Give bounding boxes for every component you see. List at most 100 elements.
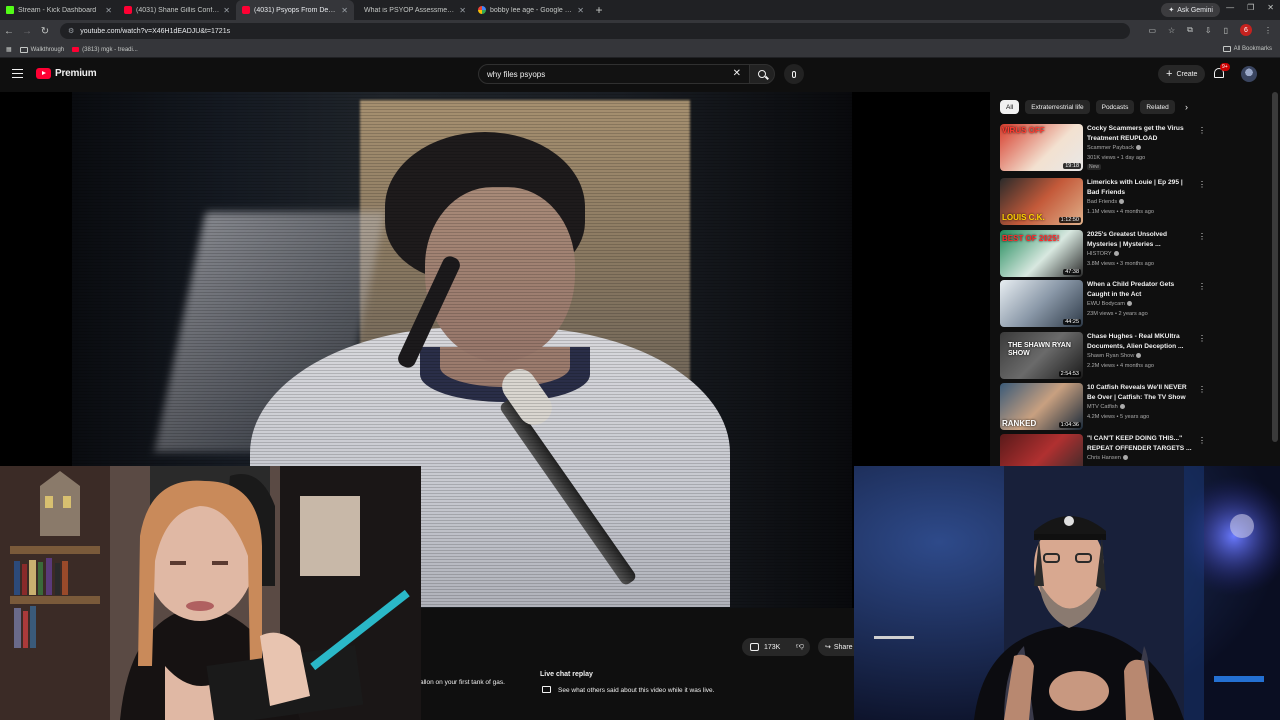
bookmark-walkthrough[interactable]: Walkthrough [19, 46, 64, 53]
browser-tab[interactable]: (4031) Shane Gillis Confronts B ✕ [118, 0, 236, 20]
more-actions-icon[interactable]: ⋮ [1198, 180, 1206, 189]
apps-grid-icon[interactable]: ▦ [6, 46, 12, 53]
more-actions-icon[interactable]: ⋮ [1198, 436, 1206, 445]
video-title[interactable]: "I CAN'T KEEP DOING THIS..." REPEAT OFFE… [1087, 434, 1195, 453]
browser-tab[interactable]: bobby lee age - Google Search ✕ [472, 0, 590, 20]
video-meta: 23M views • 2 years ago [1087, 311, 1148, 317]
recommendation-item[interactable]: VIRUS OFF 19:18 Cocky Scammers get the V… [1000, 124, 1280, 172]
youtube-icon [72, 47, 80, 52]
recommendation-item[interactable]: LOUIS C.K. 1:12:50 Limericks with Louie … [1000, 178, 1280, 226]
sidepanel-icon[interactable]: ▯ [1224, 26, 1228, 35]
downloads-icon[interactable]: ⇩ [1205, 26, 1212, 35]
channel-name[interactable]: Scammer Payback [1087, 145, 1141, 151]
video-title[interactable]: Chase Hughes - Real MKUltra Documents, A… [1087, 332, 1195, 351]
video-thumbnail[interactable]: RANKED 1:04:36 [1000, 383, 1083, 430]
chevron-right-icon[interactable]: › [1185, 102, 1188, 112]
voice-search-button[interactable] [784, 64, 804, 84]
video-thumbnail[interactable]: VIRUS OFF 19:18 [1000, 124, 1083, 171]
browser-tab[interactable]: Stream - Kick Dashboard ✕ [0, 0, 118, 20]
video-thumbnail[interactable]: LOUIS C.K. 1:12:50 [1000, 178, 1083, 225]
recommendation-item[interactable]: RANKED 1:04:36 10 Catfish Reveals We'll … [1000, 383, 1280, 431]
video-meta: 4.2M views • 5 years ago [1087, 414, 1150, 420]
close-tab-icon[interactable]: ✕ [341, 6, 348, 15]
chip-podcasts[interactable]: Podcasts [1095, 100, 1135, 114]
clear-search-icon[interactable]: ✕ [733, 68, 741, 79]
profile-avatar[interactable]: 6 [1240, 24, 1252, 36]
search-button[interactable] [749, 64, 775, 84]
bookmark-star-icon[interactable]: ☆ [1168, 26, 1175, 35]
cast-icon[interactable]: ▭ [1148, 26, 1156, 35]
channel-name[interactable]: EWU Bodycam [1087, 301, 1132, 307]
channel-name[interactable]: MTV Catfish [1087, 404, 1125, 410]
youtube-premium-logo[interactable]: Premium [36, 68, 97, 79]
more-actions-icon[interactable]: ⋮ [1198, 232, 1206, 241]
account-avatar[interactable] [1241, 66, 1257, 82]
live-chat-replay-panel[interactable]: Live chat replay See what others said ab… [532, 665, 854, 705]
close-tab-icon[interactable]: ✕ [105, 6, 112, 15]
browser-tab-strip: Stream - Kick Dashboard ✕ (4031) Shane G… [0, 0, 1280, 20]
video-title[interactable]: 2025's Greatest Unsolved Mysteries | Mys… [1087, 230, 1195, 249]
channel-name[interactable]: Chris Hansen [1087, 455, 1128, 461]
all-bookmarks-button[interactable]: All Bookmarks [1222, 46, 1272, 52]
chip-all[interactable]: All [1000, 100, 1020, 114]
more-actions-icon[interactable]: ⋮ [1198, 334, 1206, 343]
folder-icon [19, 46, 28, 53]
webcam-overlay-left [0, 466, 421, 720]
channel-name[interactable]: Shawn Ryan Show [1087, 353, 1142, 359]
share-button[interactable]: ↪ Share [818, 638, 858, 656]
ask-gemini-label: Ask Gemini [1177, 6, 1213, 14]
recommendation-item[interactable]: THE SHAWN RYAN SHOW 2:54:53 Chase Hughes… [1000, 332, 1280, 380]
page-scrollbar[interactable] [1272, 92, 1278, 442]
restore-icon[interactable]: ❐ [1247, 3, 1254, 12]
ask-gemini-button[interactable]: ✦ Ask Gemini [1161, 3, 1220, 17]
extensions-icon[interactable]: ⧉ [1187, 25, 1193, 35]
folder-icon [1222, 46, 1231, 52]
filter-chips: All Extraterrestrial life Podcasts Relat… [1000, 100, 1175, 114]
verified-icon [1122, 455, 1128, 461]
recommendation-item[interactable]: BEST OF 2025! 47:38 2025's Greatest Unso… [1000, 230, 1280, 278]
video-thumbnail[interactable]: BEST OF 2025! 47:38 [1000, 230, 1083, 277]
channel-label: MTV Catfish [1087, 404, 1118, 410]
video-thumbnail[interactable]: THE SHAWN RYAN SHOW 2:54:53 [1000, 332, 1083, 379]
logo-text: Premium [55, 68, 97, 79]
recommendation-item[interactable]: "I CAN'T KEEP DOING THIS..." REPEAT OFFE… [1000, 434, 1280, 468]
close-tab-icon[interactable]: ✕ [223, 6, 230, 15]
back-icon[interactable]: ← [0, 26, 18, 37]
address-bar[interactable]: ⚙ youtube.com/watch?v=X46H1dEADJU&t=1721… [60, 23, 1130, 39]
live-chat-subtitle: See what others said about this video wh… [558, 687, 715, 694]
more-actions-icon[interactable]: ⋮ [1198, 385, 1206, 394]
more-actions-icon[interactable]: ⋮ [1198, 282, 1206, 291]
channel-name[interactable]: Bad Friends [1087, 199, 1125, 205]
channel-name[interactable]: HISTORY [1087, 251, 1119, 257]
verified-icon [1136, 353, 1142, 359]
more-actions-icon[interactable]: ⋮ [1198, 126, 1206, 135]
video-title[interactable]: Limericks with Louie | Ep 295 | Bad Frie… [1087, 178, 1195, 197]
chip-extraterrestrial-life[interactable]: Extraterrestrial life [1025, 100, 1090, 114]
new-tab-button[interactable]: + [590, 3, 608, 17]
chip-related[interactable]: Related [1140, 100, 1175, 114]
dislike-icon[interactable]: 👎︎ [796, 641, 804, 651]
bookmark-mgk[interactable]: (3813) mgk - treadi... [72, 47, 138, 53]
close-tab-icon[interactable]: ✕ [577, 6, 584, 15]
video-title[interactable]: Cocky Scammers get the Virus Treatment R… [1087, 124, 1195, 143]
video-title[interactable]: 10 Catfish Reveals We'll NEVER Be Over |… [1087, 383, 1195, 402]
search-input[interactable]: why files psyops ✕ [478, 64, 750, 84]
minimize-icon[interactable]: — [1226, 3, 1234, 12]
chrome-menu-icon[interactable]: ⋮ [1264, 26, 1272, 35]
guide-menu-icon[interactable] [12, 69, 23, 78]
create-button[interactable]: + Create [1158, 65, 1206, 83]
video-thumbnail[interactable] [1000, 434, 1083, 468]
close-tab-icon[interactable]: ✕ [459, 6, 466, 15]
video-title[interactable]: When a Child Predator Gets Caught in the… [1087, 280, 1195, 299]
close-window-icon[interactable]: ✕ [1267, 3, 1274, 12]
recommendation-item[interactable]: 44:25 When a Child Predator Gets Caught … [1000, 280, 1280, 328]
channel-label: EWU Bodycam [1087, 301, 1125, 307]
browser-tab[interactable]: What is PSYOP Assessment and ✕ [354, 0, 472, 20]
browser-tab-active[interactable]: (4031) Psyops From Dead Bab ✕ [236, 0, 354, 20]
all-bookmarks-label: All Bookmarks [1233, 46, 1272, 52]
site-info-icon[interactable]: ⚙ [68, 27, 74, 35]
video-thumbnail[interactable]: 44:25 [1000, 280, 1083, 327]
reload-icon[interactable]: ↻ [36, 26, 54, 37]
forward-icon[interactable]: → [18, 26, 36, 37]
video-meta: 301K views • 1 day ago [1087, 155, 1146, 161]
